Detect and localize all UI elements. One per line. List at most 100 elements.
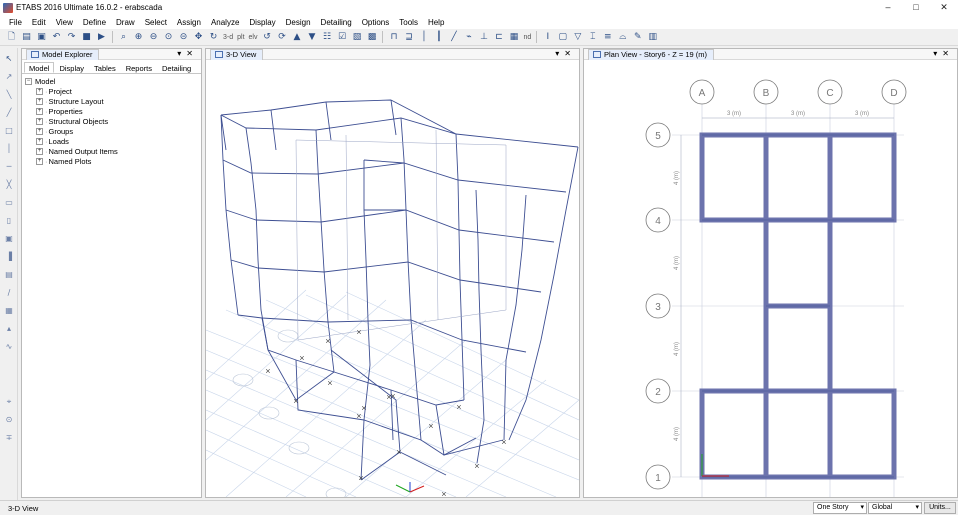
plan-view-tab[interactable]: Plan View - Story6 - Z = 19 (m) xyxy=(588,48,715,60)
draw-line-2-icon[interactable]: ╱ xyxy=(2,105,16,120)
menu-help[interactable]: Help xyxy=(423,18,449,27)
snap-icon[interactable]: ⌖ xyxy=(2,394,16,409)
tree-item-loads[interactable]: + · Loads xyxy=(25,136,201,146)
tab-model[interactable]: Model xyxy=(24,62,55,73)
draw-restraint-icon[interactable]: ⊥ xyxy=(477,31,490,44)
i-beam-icon[interactable]: ⌶ xyxy=(586,31,599,44)
tree-item-named-plots[interactable]: + · Named Plots xyxy=(25,156,201,166)
zoom-previous-icon[interactable]: ⊝ xyxy=(177,31,190,44)
draw-column-icon[interactable]: │ xyxy=(417,31,430,44)
expand-icon[interactable]: + xyxy=(36,127,43,135)
draw-opening-icon[interactable]: ▣ xyxy=(2,231,16,246)
view-3d-tab[interactable]: 3-D View xyxy=(210,48,264,60)
menu-analyze[interactable]: Analyze xyxy=(206,18,244,27)
tree-item-properties[interactable]: + · Properties xyxy=(25,106,201,116)
draw-beam-2-icon[interactable]: ─ xyxy=(2,159,16,174)
units-button[interactable]: Units... xyxy=(924,502,956,514)
expand-icon[interactable]: + xyxy=(36,157,43,165)
draw-line-icon[interactable]: ╲ xyxy=(2,87,16,102)
panel-controls[interactable]: ▾✕ xyxy=(177,49,198,59)
draw-beam-icon[interactable]: ⊓ xyxy=(387,31,400,44)
object-shrink-icon[interactable]: ▧ xyxy=(350,31,363,44)
draw-area-icon[interactable]: □ xyxy=(2,123,16,138)
pan-icon[interactable]: ✥ xyxy=(192,31,205,44)
tab-reports[interactable]: Reports xyxy=(121,62,157,73)
draw-spring-icon[interactable]: ∿ xyxy=(2,339,16,354)
expand-icon[interactable]: + xyxy=(36,147,43,155)
save-icon[interactable]: ▣ xyxy=(35,31,48,44)
expand-icon[interactable]: + xyxy=(36,97,43,105)
expand-icon[interactable]: + xyxy=(36,107,43,115)
maximize-button[interactable]: □ xyxy=(902,0,930,15)
open-icon[interactable]: ▤ xyxy=(20,31,33,44)
snap-point-icon[interactable]: ⊙ xyxy=(2,412,16,427)
move-down-icon[interactable]: ▼ xyxy=(305,31,318,44)
nd-button[interactable]: nd xyxy=(522,34,532,41)
snap-line-icon[interactable]: ∓ xyxy=(2,430,16,445)
reshape-icon[interactable]: ↗ xyxy=(2,69,16,84)
refresh-icon[interactable]: ⟳ xyxy=(275,31,288,44)
menu-tools[interactable]: Tools xyxy=(394,18,423,27)
redo-icon[interactable]: ↷ xyxy=(65,31,78,44)
plan-view-button[interactable]: plt xyxy=(236,34,245,41)
menu-detailing[interactable]: Detailing xyxy=(316,18,357,27)
panel-controls[interactable]: ▾✕ xyxy=(933,49,954,59)
expand-icon[interactable]: + xyxy=(36,87,43,95)
draw-joist-icon[interactable]: ⊒ xyxy=(402,31,415,44)
menu-file[interactable]: File xyxy=(4,18,27,27)
coordinate-select[interactable]: Global xyxy=(868,502,922,514)
set-display-options-icon[interactable]: ☷ xyxy=(320,31,333,44)
linetype-icon[interactable]: ≡ xyxy=(601,31,614,44)
tab-detailing[interactable]: Detailing xyxy=(157,62,196,73)
zoom-rubberband-icon[interactable]: ⌕ xyxy=(117,31,130,44)
design-icon[interactable]: ▥ xyxy=(646,31,659,44)
model-explorer-tab[interactable]: Model Explorer xyxy=(26,48,100,60)
draw-link-icon[interactable]: ⌁ xyxy=(462,31,475,44)
close-button[interactable]: ✕ xyxy=(930,0,958,15)
draw-wall-2-icon[interactable]: ▐ xyxy=(2,249,16,264)
expand-icon[interactable]: + xyxy=(36,117,43,125)
menu-select[interactable]: Select xyxy=(140,18,172,27)
draw-frame-icon[interactable]: ⊏ xyxy=(492,31,505,44)
draw-brace-icon[interactable]: ╱ xyxy=(447,31,460,44)
tree-item-structure-layout[interactable]: + · Structure Layout xyxy=(25,96,201,106)
undo-icon[interactable]: ↶ xyxy=(50,31,63,44)
view-3d-button[interactable]: 3-d xyxy=(222,34,234,41)
new-model-icon[interactable]: 🗋 xyxy=(5,31,18,44)
menu-design[interactable]: Design xyxy=(281,18,316,27)
draw-slab-icon[interactable]: ▤ xyxy=(2,267,16,282)
draw-section-cut-icon[interactable]: ∕ xyxy=(2,285,16,300)
plan-canvas[interactable]: A B C D 5 4 3 2 1 3 (m) 3 (m) 3 (m) 4 (m… xyxy=(584,60,957,497)
tab-tables[interactable]: Tables xyxy=(89,62,121,73)
panel-controls[interactable]: ▾✕ xyxy=(555,49,576,59)
pointer-icon[interactable]: ↖ xyxy=(2,51,16,66)
zoom-out-icon[interactable]: ⊖ xyxy=(147,31,160,44)
draw-tendon-icon[interactable]: ▦ xyxy=(2,303,16,318)
menu-display[interactable]: Display xyxy=(244,18,280,27)
menu-define[interactable]: Define xyxy=(78,18,111,27)
draw-column-2-icon[interactable]: │ xyxy=(2,141,16,156)
tree-item-project[interactable]: + · Project xyxy=(25,86,201,96)
draw-brace-2-icon[interactable]: ╳ xyxy=(2,177,16,192)
draw-dimension-icon[interactable]: ▴ xyxy=(2,321,16,336)
tree-item-structural-objects[interactable]: + · Structural Objects xyxy=(25,116,201,126)
menu-draw[interactable]: Draw xyxy=(111,18,140,27)
zoom-in-icon[interactable]: ⊕ xyxy=(132,31,145,44)
area-section-icon[interactable]: ▢ xyxy=(556,31,569,44)
elevation-view-button[interactable]: elv xyxy=(248,34,259,41)
draw-floor-icon[interactable]: ▭ xyxy=(2,195,16,210)
draw-wall-icon[interactable]: ┃ xyxy=(432,31,445,44)
run-analysis-icon[interactable]: ▶ xyxy=(95,31,108,44)
lock-icon[interactable]: ■ xyxy=(80,31,93,44)
rotate-icon[interactable]: ↻ xyxy=(207,31,220,44)
model-3d-canvas[interactable]: ⨯⨯⨯ ⨯⨯⨯ ⨯⨯⨯ ⨯⨯⨯ ⨯⨯⨯ ⨯⨯ xyxy=(205,60,580,501)
menu-assign[interactable]: Assign xyxy=(172,18,206,27)
deformed-shape-icon[interactable]: ⌓ xyxy=(616,31,629,44)
tree-item-groups[interactable]: + · Groups xyxy=(25,126,201,136)
tab-display[interactable]: Display xyxy=(54,62,89,73)
collapse-icon[interactable]: − xyxy=(25,77,32,85)
pencil-icon[interactable]: ✎ xyxy=(631,31,644,44)
grid-icon[interactable]: ▦ xyxy=(507,31,520,44)
draw-rect-icon[interactable]: ▯ xyxy=(2,213,16,228)
tree-item-model[interactable]: − Model xyxy=(25,76,201,86)
